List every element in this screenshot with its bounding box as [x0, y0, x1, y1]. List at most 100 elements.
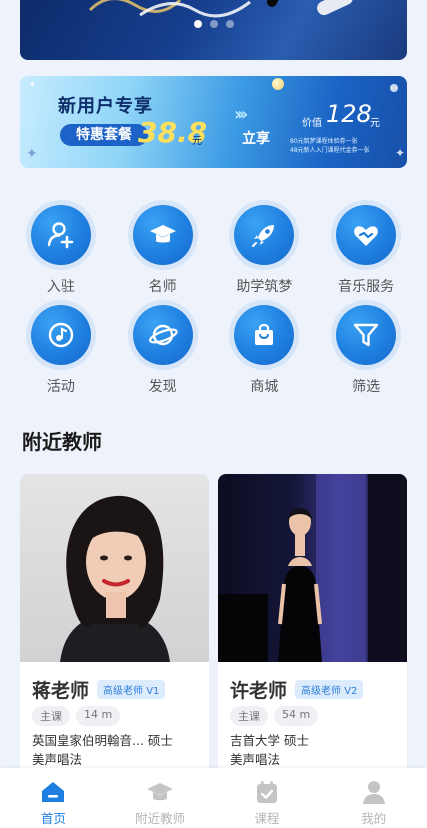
tab-nearby-teachers[interactable]: 附近教师 — [107, 768, 214, 828]
calendar-check-icon — [256, 781, 277, 803]
grid-item-join[interactable]: 入驻 — [10, 200, 112, 300]
promo-value-label: 价值 — [302, 118, 322, 129]
top-carousel-banner[interactable] — [20, 0, 407, 60]
shopping-bag-icon — [255, 323, 274, 345]
carousel-dot-1[interactable] — [193, 20, 202, 28]
new-user-promo-banner[interactable]: ✦ ✦ ✦ 新用户专享 特惠套餐 38.8 元 ››› 立享 价值 128 元 … — [20, 76, 407, 168]
home-icon — [42, 782, 65, 802]
icon-circle — [132, 205, 193, 265]
icon-ring — [25, 300, 96, 370]
grid-item-activity[interactable]: 活动 — [10, 300, 112, 400]
grid-item-discover[interactable]: 发现 — [112, 300, 214, 400]
teacher-stage-illustration — [218, 474, 407, 662]
rocket-icon — [252, 225, 275, 247]
promo-value-unit: 元 — [370, 118, 380, 129]
teacher-school: 吉首大学 硕士 — [230, 733, 309, 748]
teacher-tag-row: 主课 54 m — [230, 706, 319, 726]
teacher-card-list: 蒋老师 高级老师 V1 主课 14 m 英国皇家伯明翰音... 硕士 美声唱法 — [20, 474, 407, 774]
planet-icon — [148, 324, 178, 346]
sparkle-icon: ✦ — [28, 80, 37, 91]
teacher-tag-row: 主课 14 m — [32, 706, 121, 726]
filter-icon — [353, 323, 379, 347]
grid-item-mall[interactable]: 商城 — [214, 300, 316, 400]
icon-ring — [331, 200, 402, 270]
tab-label: 附近教师 — [135, 811, 186, 826]
teacher-card[interactable]: 许老师 高级老师 V2 主课 54 m 吉首大学 硕士 美声唱法 — [218, 474, 407, 774]
feature-grid: 入驻 名师 助学筑梦 音乐服务 活动 发现 商城 筛选 — [10, 200, 417, 400]
grid-item-label: 助学筑梦 — [236, 279, 293, 295]
grid-item-label: 入驻 — [46, 279, 75, 295]
teacher-major: 美声唱法 — [230, 752, 281, 767]
teacher-name: 许老师 — [230, 680, 288, 702]
chevrons-right-icon: ››› — [234, 104, 248, 125]
promo-title: 新用户专享 — [58, 96, 153, 117]
icon-ring — [25, 200, 96, 270]
icon-circle — [336, 205, 397, 265]
teacher-school: 英国皇家伯明翰音... 硕士 — [32, 733, 173, 748]
decor-ball — [390, 84, 398, 92]
teacher-level-badge: 高级老师 V1 — [97, 680, 166, 699]
grid-item-filter[interactable]: 筛选 — [315, 300, 417, 400]
icon-ring — [229, 200, 300, 270]
teacher-photo — [218, 474, 407, 662]
promo-package-pill: 特惠套餐 — [60, 124, 148, 146]
grid-item-famous-teacher[interactable]: 名师 — [112, 200, 214, 300]
tab-home[interactable]: 首页 — [0, 768, 107, 828]
icon-ring — [127, 200, 198, 270]
graduation-cap-icon — [149, 225, 176, 243]
teacher-level-badge: 高级老师 V2 — [295, 680, 364, 699]
icon-circle — [234, 305, 295, 365]
teacher-course-tag: 主课 — [32, 706, 70, 726]
promo-share-label[interactable]: 立享 — [242, 128, 270, 148]
grid-item-label: 筛选 — [352, 379, 381, 395]
decor-ball — [272, 78, 284, 90]
icon-ring — [127, 300, 198, 370]
section-title-nearby-teachers: 附近教师 — [22, 430, 102, 454]
promo-value: 128 — [326, 100, 372, 128]
home-page: ✦ ✦ ✦ 新用户专享 特惠套餐 38.8 元 ››› 立享 价值 128 元 … — [0, 0, 427, 828]
teacher-name-row: 许老师 高级老师 V2 — [230, 676, 364, 703]
icon-circle — [336, 305, 397, 365]
user-plus-icon — [47, 222, 74, 249]
graduation-cap-icon — [147, 783, 174, 801]
teacher-distance-tag: 14 m — [76, 706, 121, 726]
promo-desc-line-2: 48元新人入门课程代金券一张 — [290, 147, 370, 154]
carousel-dots — [20, 20, 407, 28]
grid-item-label: 活动 — [46, 379, 75, 395]
bottom-tab-bar: 首页 附近教师 课程 我的 — [0, 768, 427, 828]
teacher-name-row: 蒋老师 高级老师 V1 — [32, 676, 166, 703]
sparkle-icon: ✦ — [26, 146, 38, 162]
teacher-photo — [20, 474, 209, 662]
tab-courses[interactable]: 课程 — [214, 768, 321, 828]
teacher-portrait-illustration — [60, 495, 170, 662]
tab-label: 我的 — [361, 811, 387, 826]
icon-circle — [132, 305, 193, 365]
teacher-distance-tag: 54 m — [274, 706, 319, 726]
tab-mine[interactable]: 我的 — [320, 768, 427, 828]
icon-ring — [229, 300, 300, 370]
icon-ring — [331, 300, 402, 370]
sparkle-icon: ✦ — [395, 146, 406, 160]
person-icon — [362, 781, 385, 804]
music-note-icon — [48, 322, 74, 348]
carousel-dot-2[interactable] — [209, 20, 218, 28]
grid-item-music-service[interactable]: 音乐服务 — [315, 200, 417, 300]
grid-item-label: 发现 — [148, 379, 177, 395]
icon-circle — [30, 305, 91, 365]
teacher-name: 蒋老师 — [32, 680, 90, 702]
grid-item-label: 音乐服务 — [338, 279, 395, 295]
tab-label: 课程 — [254, 811, 280, 826]
teacher-course-tag: 主课 — [230, 706, 268, 726]
carousel-dot-3[interactable] — [225, 20, 234, 28]
heart-handshake-icon — [354, 226, 378, 246]
grid-item-label: 名师 — [148, 279, 177, 295]
carousel-decoration — [88, 0, 353, 18]
teacher-card[interactable]: 蒋老师 高级老师 V1 主课 14 m 英国皇家伯明翰音... 硕士 美声唱法 — [20, 474, 209, 774]
tab-label: 首页 — [40, 811, 66, 826]
grid-item-label: 商城 — [250, 379, 279, 395]
icon-circle — [234, 205, 295, 265]
grid-item-study-aid[interactable]: 助学筑梦 — [214, 200, 316, 300]
promo-price-unit: 元 — [192, 136, 202, 147]
teacher-major: 美声唱法 — [32, 752, 83, 767]
icon-circle — [30, 205, 91, 265]
